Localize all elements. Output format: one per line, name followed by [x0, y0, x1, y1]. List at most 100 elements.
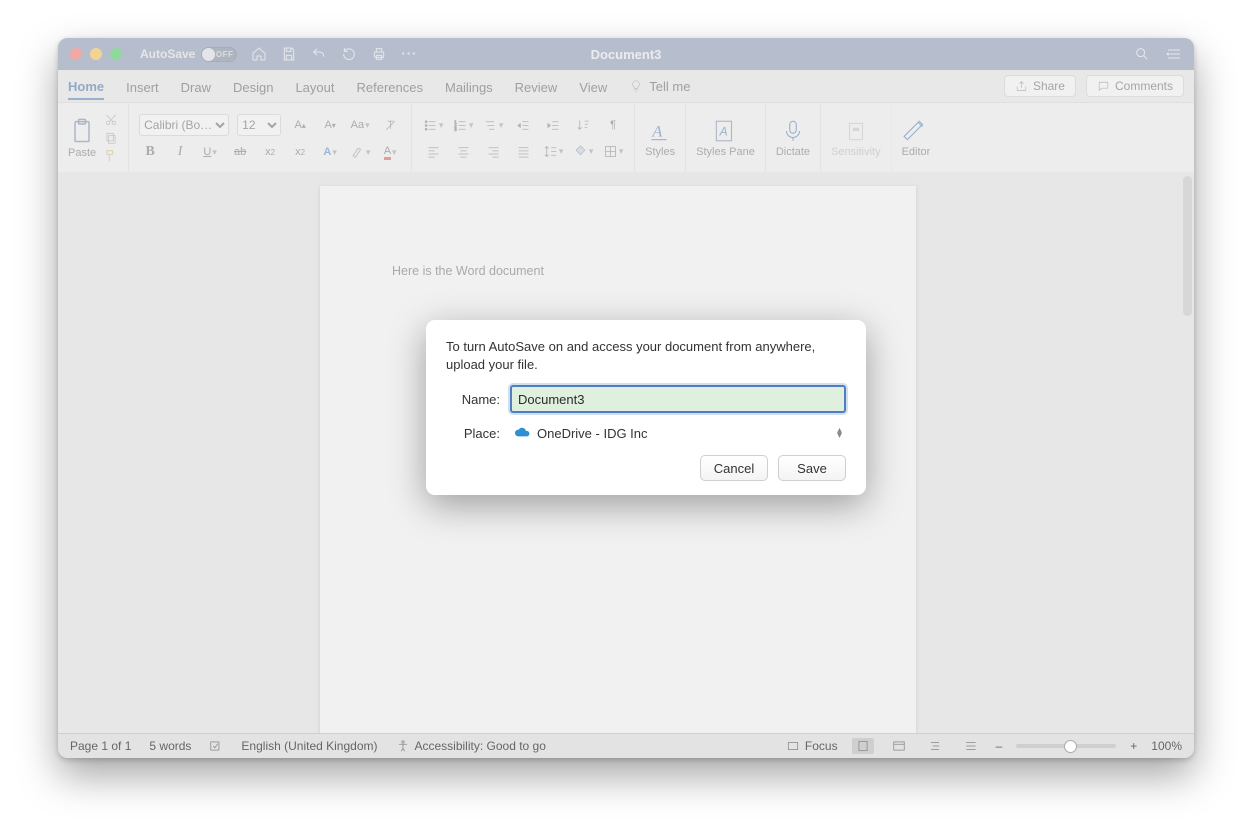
borders-button[interactable]: ▾ [602, 141, 624, 161]
zoom-in-button[interactable]: + [1130, 739, 1137, 753]
numbering-button[interactable]: 123▾ [452, 115, 474, 135]
dictate-button[interactable]: Dictate [766, 103, 821, 173]
page-indicator[interactable]: Page 1 of 1 [70, 739, 131, 753]
paragraph-group: ▾ 123▾ ▾ ¶ ▾ ▾ ▾ [412, 103, 635, 173]
accessibility-icon [396, 739, 410, 753]
clear-formatting-button[interactable] [379, 115, 401, 135]
bullets-button[interactable]: ▾ [422, 115, 444, 135]
search-icon[interactable] [1134, 46, 1150, 62]
autosave-label: AutoSave [140, 47, 195, 61]
language-indicator[interactable]: English (United Kingdom) [241, 739, 377, 753]
align-right-button[interactable] [482, 141, 504, 161]
font-name-combo[interactable]: Calibri (Bo… [139, 114, 229, 136]
undo-icon[interactable] [311, 46, 327, 62]
styles-button[interactable]: A Styles [635, 103, 686, 173]
comments-button[interactable]: Comments [1086, 75, 1184, 97]
dialog-message: To turn AutoSave on and access your docu… [446, 338, 846, 373]
svg-text:3: 3 [454, 127, 457, 132]
chevron-updown-icon: ▴▾ [837, 428, 842, 438]
align-center-button[interactable] [452, 141, 474, 161]
draft-view-button[interactable] [960, 738, 982, 754]
cut-icon[interactable] [104, 113, 118, 127]
ribbon-tabs: Home Insert Draw Design Layout Reference… [58, 70, 1194, 103]
bold-button[interactable]: B [139, 142, 161, 162]
outline-view-button[interactable] [924, 738, 946, 754]
body-text: Here is the Word document [392, 264, 544, 278]
styles-icon: A [647, 118, 673, 144]
focus-mode-button[interactable]: Focus [786, 739, 838, 753]
autosave-switch[interactable]: OFF [201, 47, 237, 62]
format-painter-icon[interactable] [104, 149, 118, 163]
home-icon[interactable] [251, 46, 267, 62]
maximize-window-button[interactable] [110, 48, 122, 60]
autosave-toggle[interactable]: AutoSave OFF [140, 47, 237, 62]
accessibility-indicator[interactable]: Accessibility: Good to go [396, 739, 546, 753]
print-icon[interactable] [371, 46, 387, 62]
tab-insert[interactable]: Insert [126, 74, 159, 99]
shading-button[interactable]: ▾ [572, 141, 594, 161]
word-count[interactable]: 5 words [149, 739, 191, 753]
tab-draw[interactable]: Draw [181, 74, 211, 99]
tab-review[interactable]: Review [515, 74, 558, 99]
name-input[interactable] [510, 385, 846, 413]
dictate-label: Dictate [776, 146, 810, 158]
align-left-button[interactable] [422, 141, 444, 161]
text-effects-button[interactable]: A▾ [319, 142, 341, 162]
save-button[interactable]: Save [778, 455, 846, 481]
grow-font-button[interactable]: A▴ [289, 115, 311, 135]
show-marks-button[interactable]: ¶ [602, 115, 624, 135]
tab-mailings[interactable]: Mailings [445, 74, 493, 99]
print-layout-view-button[interactable] [852, 738, 874, 754]
tab-home[interactable]: Home [68, 73, 104, 100]
web-layout-view-button[interactable] [888, 738, 910, 754]
italic-button[interactable]: I [169, 142, 191, 162]
increase-indent-button[interactable] [542, 115, 564, 135]
titlebar: AutoSave OFF ··· Document3 [58, 38, 1194, 70]
zoom-slider[interactable] [1016, 744, 1116, 748]
ribbon: Paste Calibri (Bo… 12 A▴ A▾ Aa▾ B [58, 103, 1194, 174]
decrease-indent-button[interactable] [512, 115, 534, 135]
more-icon[interactable]: ··· [401, 46, 417, 62]
tab-references[interactable]: References [357, 74, 423, 99]
place-dropdown[interactable]: OneDrive - IDG Inc ▴▾ [510, 421, 846, 445]
share-icon [1015, 80, 1028, 93]
tell-me[interactable]: Tell me [629, 79, 690, 94]
zoom-level[interactable]: 100% [1151, 739, 1182, 753]
sensitivity-label: Sensitivity [831, 146, 881, 158]
minimize-window-button[interactable] [90, 48, 102, 60]
tab-view[interactable]: View [579, 74, 607, 99]
styles-pane-icon: A [712, 118, 738, 144]
zoom-out-button[interactable]: – [996, 739, 1003, 753]
editor-button[interactable]: Editor [892, 103, 941, 173]
spellcheck-icon[interactable] [209, 739, 223, 753]
line-spacing-button[interactable]: ▾ [542, 141, 564, 161]
tab-layout[interactable]: Layout [295, 74, 334, 99]
cancel-button[interactable]: Cancel [700, 455, 768, 481]
vertical-scrollbar[interactable] [1183, 176, 1192, 316]
justify-button[interactable] [512, 141, 534, 161]
styles-label: Styles [645, 146, 675, 158]
styles-pane-button[interactable]: A Styles Pane [686, 103, 766, 173]
paste-icon[interactable] [68, 117, 96, 145]
tab-design[interactable]: Design [233, 74, 273, 99]
focus-icon [786, 739, 800, 753]
place-value: OneDrive - IDG Inc [537, 426, 648, 441]
highlight-button[interactable]: ▾ [349, 142, 371, 162]
subscript-button[interactable]: x2 [259, 142, 281, 162]
comment-icon [1097, 80, 1110, 93]
change-case-button[interactable]: Aa▾ [349, 115, 371, 135]
font-color-button[interactable]: A▾ [379, 142, 401, 162]
superscript-button[interactable]: x2 [289, 142, 311, 162]
redo-icon[interactable] [341, 46, 357, 62]
shrink-font-button[interactable]: A▾ [319, 115, 341, 135]
strikethrough-button[interactable]: ab [229, 142, 251, 162]
sort-button[interactable] [572, 115, 594, 135]
close-window-button[interactable] [70, 48, 82, 60]
multilevel-list-button[interactable]: ▾ [482, 115, 504, 135]
underline-button[interactable]: U▾ [199, 142, 221, 162]
share-button[interactable]: Share [1004, 75, 1076, 97]
ribbon-options-icon[interactable] [1166, 46, 1182, 62]
font-size-combo[interactable]: 12 [237, 114, 281, 136]
save-icon[interactable] [281, 46, 297, 62]
copy-icon[interactable] [104, 131, 118, 145]
